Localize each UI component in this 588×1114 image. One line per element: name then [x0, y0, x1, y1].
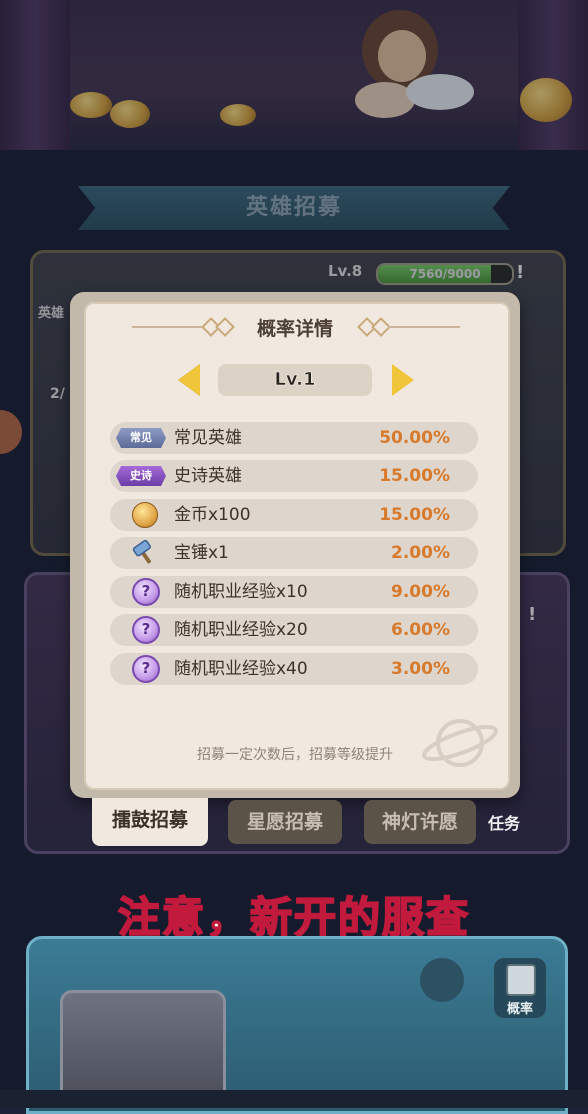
- row-percent: 15.00%: [379, 466, 450, 486]
- probability-button-label: 概率: [506, 1002, 533, 1017]
- question-orb-icon: ?: [132, 578, 160, 606]
- row-percent: 6.00%: [391, 620, 450, 640]
- row-name: 随机职业经验x20: [174, 620, 308, 640]
- probability-row: 常见 常见英雄 50.00%: [110, 422, 478, 454]
- owl-icon[interactable]: [420, 958, 464, 1002]
- probability-row: 史诗 史诗英雄 15.00%: [110, 460, 478, 492]
- question-orb-icon: ?: [132, 655, 160, 683]
- next-level-arrow-icon[interactable]: [392, 364, 414, 396]
- epic-badge-icon: 史诗: [116, 463, 166, 489]
- hammer-icon: [130, 540, 156, 566]
- document-icon: [506, 964, 536, 996]
- level-selector: Lv.1: [218, 364, 372, 396]
- treasure-chest-image[interactable]: [60, 990, 226, 1106]
- row-percent: 15.00%: [379, 505, 450, 525]
- row-name: 金币x100: [174, 505, 251, 525]
- row-name: 随机职业经验x40: [174, 659, 308, 679]
- epic-badge: 史诗: [116, 466, 166, 486]
- level-text: Lv.1: [274, 369, 316, 391]
- probability-row: ? 随机职业经验x40 3.00%: [110, 653, 478, 685]
- row-name: 随机职业经验x10: [174, 582, 308, 602]
- modal-note: 招募一定次数后，招募等级提升: [197, 747, 393, 763]
- common-badge: 常见: [116, 428, 166, 448]
- row-percent: 2.00%: [391, 543, 450, 563]
- task-button[interactable]: 任务: [488, 810, 520, 834]
- prev-level-arrow-icon[interactable]: [178, 364, 200, 396]
- common-badge-icon: 常见: [116, 425, 166, 451]
- probability-row: 宝锤x1 2.00%: [110, 537, 478, 569]
- coin-icon: [132, 502, 158, 528]
- tab-drum-recruit[interactable]: 擂鼓招募: [92, 798, 208, 846]
- title-deco-line: [388, 326, 460, 328]
- planet-watermark-icon: [422, 719, 498, 767]
- row-name: 宝锤x1: [174, 543, 229, 563]
- probability-modal: 概率详情 Lv.1 常见 常见英雄 50.00% 史诗 史诗英雄 15.00% …: [70, 292, 520, 798]
- probability-button[interactable]: 概率: [494, 958, 546, 1018]
- row-name: 史诗英雄: [174, 466, 242, 486]
- probability-row: 金币x100 15.00%: [110, 499, 478, 531]
- probability-row: ? 随机职业经验x20 6.00%: [110, 614, 478, 646]
- probability-row: ? 随机职业经验x10 9.00%: [110, 576, 478, 608]
- row-name: 常见英雄: [174, 428, 242, 448]
- row-percent: 3.00%: [391, 659, 450, 679]
- tab-star-wish-recruit[interactable]: 星愿招募: [228, 800, 342, 844]
- question-orb-icon: ?: [132, 616, 160, 644]
- row-percent: 50.00%: [379, 428, 450, 448]
- bottom-bar: [0, 1090, 588, 1108]
- tab-lamp-wish[interactable]: 神灯许愿: [364, 800, 476, 844]
- row-percent: 9.00%: [391, 582, 450, 602]
